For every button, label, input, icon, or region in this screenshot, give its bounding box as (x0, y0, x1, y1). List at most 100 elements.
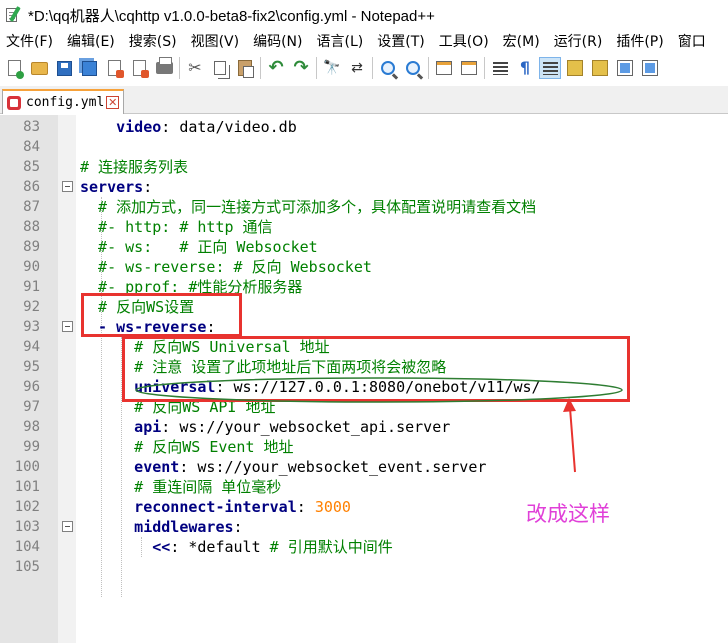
line-number: 87 (23, 199, 40, 215)
code-token: : *default (170, 538, 270, 556)
line-number: 99 (23, 439, 40, 455)
line-number: 85 (23, 159, 40, 175)
line-number: 88 (23, 219, 40, 235)
code-line[interactable]: 98 api: ws://your_websocket_api.server (0, 417, 728, 437)
zoom-in-icon[interactable] (377, 57, 399, 79)
save-all-icon[interactable] (78, 57, 100, 79)
code-line[interactable]: 83 video: data/video.db (0, 117, 728, 137)
toolbar-separator (484, 57, 485, 79)
code-line[interactable]: 99 # 反向WS Event 地址 (0, 437, 728, 457)
code-token: 3000 (314, 498, 351, 516)
close-all-icon[interactable] (128, 57, 150, 79)
arrow-annotation (563, 398, 576, 473)
code-line[interactable]: 104 <<: *default # 引用默认中间件 (0, 537, 728, 557)
menu-language[interactable]: 语言(L) (310, 31, 371, 51)
code-line[interactable]: 90 #- ws-reverse: # 反向 Websocket (0, 257, 728, 277)
menu-encoding[interactable]: 编码(N) (246, 31, 309, 51)
line-number: 98 (23, 419, 40, 435)
menu-window[interactable]: 窗口 (671, 31, 713, 51)
monitor-icon[interactable] (639, 57, 661, 79)
find-icon[interactable]: 🔭 (321, 57, 343, 79)
save-icon[interactable] (53, 57, 75, 79)
code-token: # 添加方式，同一连接方式可添加多个，具体配置说明请查看文档 (80, 198, 537, 216)
menu-settings[interactable]: 设置(T) (370, 31, 431, 51)
close-file-icon[interactable] (103, 57, 125, 79)
new-file-icon[interactable] (3, 57, 25, 79)
sync-vertical-icon[interactable] (433, 57, 455, 79)
code-line[interactable]: 87 # 添加方式，同一连接方式可添加多个，具体配置说明请查看文档 (0, 197, 728, 217)
replace-icon[interactable]: ⇄ (346, 57, 368, 79)
tab-close-icon[interactable]: ✕ (106, 96, 120, 109)
show-all-chars-icon[interactable]: ¶ (514, 57, 536, 79)
code-token: video (80, 118, 162, 136)
menu-run[interactable]: 运行(R) (547, 31, 610, 51)
code-token: # 重连间隔 单位毫秒 (80, 478, 282, 496)
undo-icon[interactable]: ↶ (265, 57, 287, 79)
line-number: 93 (23, 319, 40, 335)
code-token: # 反向WS Event 地址 (80, 438, 294, 456)
code-line[interactable]: 105 (0, 557, 728, 577)
fold-toggle-icon[interactable] (62, 181, 73, 192)
code-text: # 连接服务列表 (80, 157, 188, 177)
sync-horizontal-icon[interactable] (458, 57, 480, 79)
line-number: 91 (23, 279, 40, 295)
line-number: 103 (14, 519, 40, 535)
code-line[interactable]: 102 reconnect-interval: 3000 (0, 497, 728, 517)
code-line[interactable]: 100 event: ws://your_websocket_event.ser… (0, 457, 728, 477)
code-line[interactable]: 84 (0, 137, 728, 157)
code-line[interactable]: 85 # 连接服务列表 (0, 157, 728, 177)
code-token: #- http: # http 通信 (80, 218, 273, 236)
code-text: api: ws://your_websocket_api.server (80, 417, 450, 437)
code-text: video: data/video.db (80, 117, 297, 137)
menu-tools[interactable]: 工具(O) (432, 31, 496, 51)
print-icon[interactable] (153, 57, 175, 79)
line-number: 83 (23, 119, 40, 135)
word-wrap-icon[interactable] (489, 57, 511, 79)
code-token: api (80, 418, 162, 436)
code-token: #- ws-reverse: # 反向 Websocket (80, 258, 372, 276)
fold-toggle-icon[interactable] (62, 321, 73, 332)
cut-icon[interactable]: ✂ (184, 57, 206, 79)
code-text: servers: (80, 177, 152, 197)
line-number: 89 (23, 239, 40, 255)
tab-label: config.yml (26, 95, 105, 110)
folder-workspace-icon[interactable] (614, 57, 636, 79)
menu-edit[interactable]: 编辑(E) (60, 31, 122, 51)
line-number: 100 (14, 459, 40, 475)
menu-search[interactable]: 搜索(S) (122, 31, 184, 51)
menu-file[interactable]: 文件(F) (0, 31, 60, 51)
function-list-icon[interactable] (589, 57, 611, 79)
code-line[interactable]: 103 middlewares: (0, 517, 728, 537)
code-line[interactable]: 88 #- http: # http 通信 (0, 217, 728, 237)
paste-icon[interactable] (234, 57, 256, 79)
doc-map-icon[interactable] (564, 57, 586, 79)
line-number: 97 (23, 399, 40, 415)
menu-plugins[interactable]: 插件(P) (609, 31, 670, 51)
copy-icon[interactable] (209, 57, 231, 79)
menu-macro[interactable]: 宏(M) (496, 31, 547, 51)
code-line[interactable]: 89 #- ws: # 正向 Websocket (0, 237, 728, 257)
notepadpp-icon (4, 6, 22, 24)
code-text: reconnect-interval: 3000 (80, 497, 351, 517)
code-token: : (233, 518, 243, 536)
arrow-head (563, 398, 576, 412)
toolbar-separator (260, 57, 261, 79)
toolbar-separator (179, 57, 180, 79)
line-number: 86 (23, 179, 40, 195)
code-token: event (80, 458, 180, 476)
toolbar-separator (372, 57, 373, 79)
toolbar: ✂ ↶ ↷ 🔭 ⇄ ¶ (0, 53, 728, 83)
indent-guide-icon[interactable] (539, 57, 561, 79)
code-text: middlewares: (80, 517, 243, 537)
line-number: 92 (23, 299, 40, 315)
tab-config-yml[interactable]: config.yml ✕ (2, 89, 125, 114)
code-token: # 连接服务列表 (80, 158, 189, 176)
code-line[interactable]: 101 # 重连间隔 单位毫秒 (0, 477, 728, 497)
redo-icon[interactable]: ↷ (290, 57, 312, 79)
zoom-out-icon[interactable] (402, 57, 424, 79)
code-line[interactable]: 86 servers: (0, 177, 728, 197)
window-title: *D:\qq机器人\cqhttp v1.0.0-beta8-fix2\confi… (28, 7, 435, 25)
menu-view[interactable]: 视图(V) (184, 31, 247, 51)
open-file-icon[interactable] (28, 57, 50, 79)
fold-toggle-icon[interactable] (62, 521, 73, 532)
